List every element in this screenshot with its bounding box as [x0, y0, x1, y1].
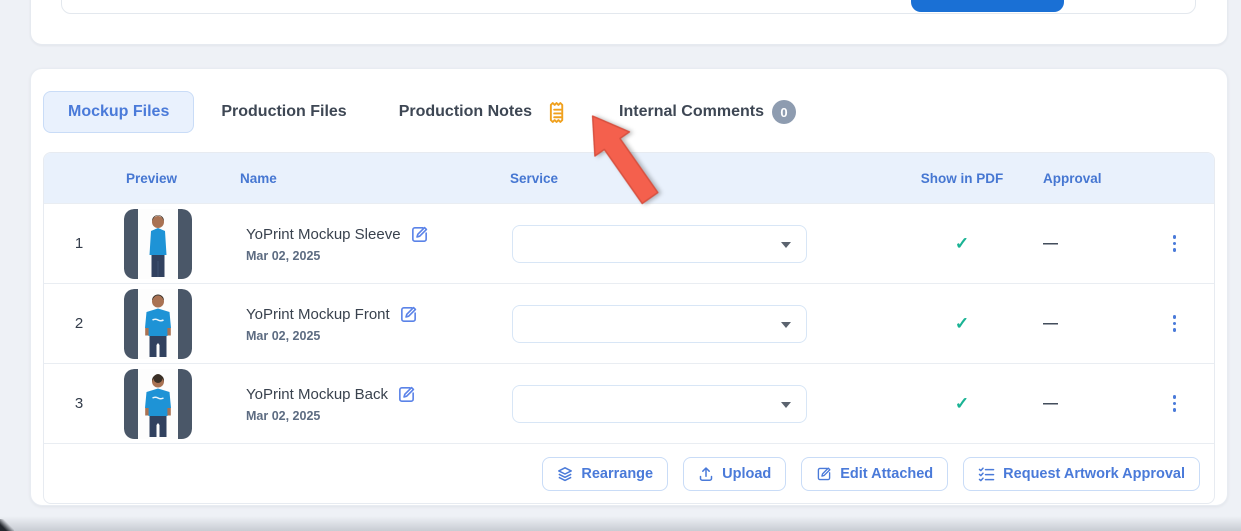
pencil-square-icon [397, 385, 416, 404]
tab-internal-comments-label: Internal Comments [619, 103, 764, 121]
table-row: 2 YoPrint Mockup Front [44, 283, 1214, 363]
rearrange-button[interactable]: Rearrange [542, 457, 668, 491]
files-section-card: Mockup Files Production Files Production… [30, 68, 1228, 506]
file-name: YoPrint Mockup Front [246, 306, 390, 323]
internal-comments-count-badge: 0 [772, 100, 796, 124]
header-approval: Approval [1032, 171, 1147, 186]
pencil-square-icon [410, 225, 429, 244]
edit-name-button[interactable] [397, 385, 416, 404]
mockup-thumbnail-front[interactable] [124, 289, 192, 359]
row-menu-kebab-icon[interactable] [1167, 309, 1183, 338]
chevron-down-icon [781, 322, 791, 328]
mockup-files-table: Preview Name Service Show in PDF Approva… [43, 152, 1215, 504]
row-menu-kebab-icon[interactable] [1167, 389, 1183, 418]
show-in-pdf-check-icon[interactable]: ✓ [892, 234, 1032, 254]
edit-attached-label: Edit Attached [840, 466, 933, 482]
upload-icon [698, 466, 714, 482]
tab-internal-comments[interactable]: Internal Comments 0 [594, 88, 821, 136]
chevron-down-icon [781, 242, 791, 248]
approval-status: — [1032, 395, 1147, 412]
checklist-icon [978, 466, 995, 482]
header-show-in-pdf: Show in PDF [892, 171, 1032, 186]
row-menu-kebab-icon[interactable] [1167, 229, 1183, 258]
table-row: 1 YoPrint Mockup Sleeve [44, 203, 1214, 283]
bottom-left-corner-shadow [0, 519, 14, 531]
file-name: YoPrint Mockup Sleeve [246, 226, 401, 243]
show-in-pdf-check-icon[interactable]: ✓ [892, 314, 1032, 334]
service-select[interactable] [512, 385, 807, 423]
upload-button[interactable]: Upload [683, 457, 786, 491]
table-footer-actions: Rearrange Upload Edit Attached [44, 443, 1214, 503]
pencil-square-icon [816, 466, 832, 482]
chevron-down-icon [781, 402, 791, 408]
layers-icon [557, 466, 573, 482]
service-select[interactable] [512, 305, 807, 343]
header-preview: Preview [114, 171, 232, 186]
tab-production-files-label: Production Files [221, 103, 346, 121]
rearrange-label: Rearrange [581, 466, 653, 482]
pencil-square-icon [399, 305, 418, 324]
approval-status: — [1032, 235, 1147, 252]
tab-mockup-files[interactable]: Mockup Files [43, 91, 194, 133]
file-date: Mar 02, 2025 [246, 409, 502, 423]
previous-section-card [30, 0, 1228, 45]
service-select[interactable] [512, 225, 807, 263]
mockup-thumbnail-back[interactable] [124, 369, 192, 439]
tab-production-files[interactable]: Production Files [196, 91, 371, 133]
bottom-edge-strip [0, 516, 1241, 531]
tab-mockup-files-label: Mockup Files [68, 103, 169, 121]
show-in-pdf-check-icon[interactable]: ✓ [892, 394, 1032, 414]
table-row: 3 YoPrint Mockup Back [44, 363, 1214, 443]
file-date: Mar 02, 2025 [246, 249, 502, 263]
request-artwork-approval-label: Request Artwork Approval [1003, 466, 1185, 482]
mockup-thumbnail-sleeve[interactable] [124, 209, 192, 279]
primary-action-button-partial[interactable] [911, 0, 1064, 12]
file-name: YoPrint Mockup Back [246, 386, 388, 403]
header-service: Service [502, 171, 892, 186]
row-index: 2 [44, 315, 114, 332]
production-notes-receipt-icon [548, 101, 567, 124]
approval-status: — [1032, 315, 1147, 332]
edit-name-button[interactable] [410, 225, 429, 244]
row-index: 3 [44, 395, 114, 412]
edit-attached-button[interactable]: Edit Attached [801, 457, 948, 491]
request-artwork-approval-button[interactable]: Request Artwork Approval [963, 457, 1200, 491]
row-index: 1 [44, 235, 114, 252]
tab-production-notes[interactable]: Production Notes [374, 89, 592, 136]
edit-name-button[interactable] [399, 305, 418, 324]
upload-label: Upload [722, 466, 771, 482]
tab-production-notes-label: Production Notes [399, 103, 532, 121]
files-tab-bar: Mockup Files Production Files Production… [43, 88, 1215, 136]
file-date: Mar 02, 2025 [246, 329, 502, 343]
header-name: Name [232, 171, 502, 186]
table-header-row: Preview Name Service Show in PDF Approva… [44, 153, 1214, 203]
